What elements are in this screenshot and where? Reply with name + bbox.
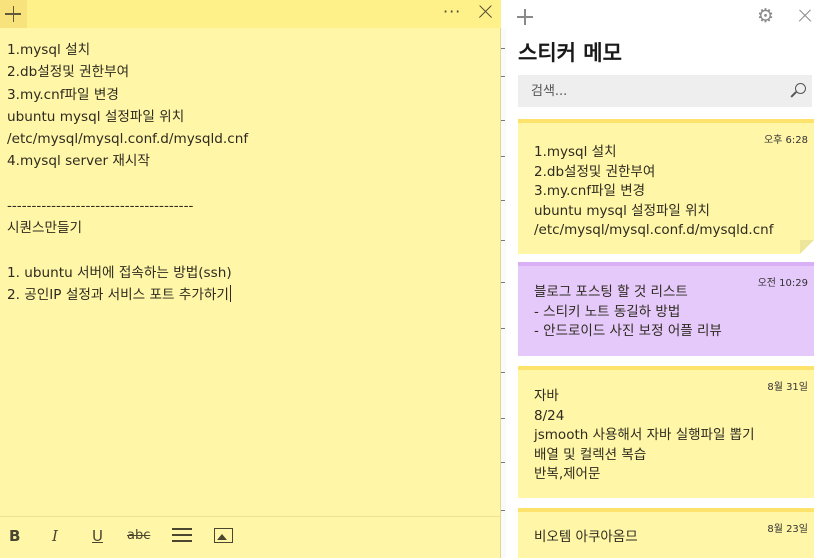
italic-button[interactable]: I <box>52 527 58 545</box>
note-color-strip <box>518 119 814 123</box>
note-card[interactable]: 8월 31일 자바 8/24 jsmooth 사용해서 자바 실행파일 뽑기 배… <box>518 366 814 498</box>
note-preview-line: 1.mysql 설치 <box>534 144 617 160</box>
editor-titlebar: ··· <box>0 0 501 28</box>
search-icon[interactable] <box>791 83 807 99</box>
bullet-list-icon[interactable] <box>172 528 192 542</box>
note-editor: ··· 1.mysql 설치 2.db설정및 권한부여 3.my.cnf파일 변… <box>0 0 501 558</box>
note-text-area[interactable]: 1.mysql 설치 2.db설정및 권한부여 3.my.cnf파일 변경 ub… <box>7 39 487 307</box>
bold-button[interactable]: B <box>9 527 20 545</box>
notes-list-panel: ⚙ 스티커 메모 오후 6:28 1.mysql 설치 2.db설정및 권한부여… <box>506 0 816 558</box>
page-fold-corner <box>800 240 814 254</box>
note-line: 4.mysql server 재시작 <box>7 153 150 170</box>
search-input[interactable] <box>518 75 778 107</box>
format-toolbar: B I U abc <box>0 516 501 556</box>
note-preview-line: - 스티키 노트 동길하 방법 <box>534 303 681 320</box>
note-preview-line: ubuntu mysql 설정파일 위치 <box>534 202 710 219</box>
underline-button[interactable]: U <box>92 527 103 545</box>
close-list-icon[interactable] <box>797 8 813 24</box>
note-preview-line: jsmooth 사용해서 자바 실행파일 뽑기 <box>534 427 755 443</box>
note-line <box>7 240 487 262</box>
search-box <box>518 75 812 107</box>
note-color-strip <box>518 508 814 512</box>
note-line: /etc/mysql/mysql.conf.d/mysqld.cnf <box>7 131 249 148</box>
note-line: 3.my.cnf파일 변경 <box>7 86 119 103</box>
new-note-icon[interactable] <box>0 0 27 28</box>
note-preview-line: 자바 <box>534 388 559 404</box>
insert-image-icon[interactable] <box>214 528 233 543</box>
note-line: ubuntu mysql 설정파일 위치 <box>7 108 185 125</box>
note-preview-line: 배열 및 컬렉션 복습 <box>534 446 647 463</box>
note-preview-line: 반복,제어문 <box>534 466 601 482</box>
note-card[interactable]: 오후 6:28 1.mysql 설치 2.db설정및 권한부여 3.my.cnf… <box>518 119 814 254</box>
note-line: -------------------------------------- <box>7 198 194 215</box>
close-note-icon[interactable] <box>476 3 494 21</box>
note-line: 2.db설정및 권한부여 <box>7 64 130 81</box>
app-title: 스티커 메모 <box>518 41 622 65</box>
note-line: 1. ubuntu 서버에 접속하는 방법(ssh) <box>7 264 232 281</box>
note-preview: 블로그 포스팅 할 것 리스트 - 스티키 노트 동길하 방법 - 안드로이드 … <box>534 283 722 342</box>
settings-gear-icon[interactable]: ⚙ <box>757 6 774 26</box>
note-color-strip <box>518 366 814 370</box>
note-timestamp: 8월 23일 <box>767 524 808 535</box>
note-timestamp: 오전 10:29 <box>757 278 808 289</box>
note-line-text: 2. 공인IP 설정과 서비스 포트 추가하기 <box>7 287 229 304</box>
text-caret <box>229 285 231 303</box>
note-preview: 자바 8/24 jsmooth 사용해서 자바 실행파일 뽑기 배열 및 컬렉션… <box>534 387 755 485</box>
note-preview-line: 2.db설정및 권한부여 <box>534 163 656 180</box>
add-note-icon[interactable] <box>517 9 533 25</box>
note-preview-line: 블로그 포스팅 할 것 리스트 <box>534 284 688 300</box>
note-preview: 1.mysql 설치 2.db설정및 권한부여 3.my.cnf파일 변경 ub… <box>534 143 773 241</box>
more-menu-icon[interactable]: ··· <box>443 2 461 21</box>
strikethrough-button[interactable]: abc <box>127 527 150 545</box>
note-line: 시퀀스만들기 <box>7 220 83 237</box>
note-color-strip <box>518 262 814 266</box>
note-line-last: 2. 공인IP 설정과 서비스 포트 추가하기 <box>7 284 487 306</box>
note-preview-line: - 안드로이드 사진 보정 어플 리뷰 <box>534 323 722 339</box>
note-preview-line: 3.my.cnf파일 변경 <box>534 183 646 199</box>
note-card[interactable]: 8월 23일 비오템 아쿠아옴므 <box>518 508 814 558</box>
note-preview-line: 8/24 <box>534 407 565 424</box>
note-preview: 비오템 아쿠아옴므 <box>534 528 638 548</box>
note-timestamp: 8월 31일 <box>767 382 808 393</box>
note-line <box>7 173 487 195</box>
note-preview-line: /etc/mysql/mysql.conf.d/mysqld.cnf <box>534 222 774 238</box>
note-card[interactable]: 오전 10:29 블로그 포스팅 할 것 리스트 - 스티키 노트 동길하 방법… <box>518 262 814 356</box>
note-preview-line: 비오템 아쿠아옴므 <box>534 529 638 545</box>
note-line: 1.mysql 설치 <box>7 42 91 58</box>
